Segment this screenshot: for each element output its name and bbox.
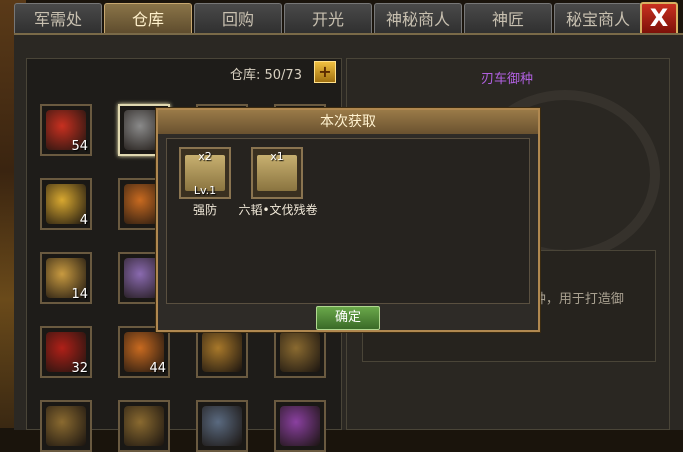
item-count: 32 [71, 361, 88, 376]
reward-dialog: 本次获取 x2 Lv.1 强防 x1 六韬•文伐残卷 确定 [156, 108, 540, 332]
inventory-slot[interactable] [118, 400, 170, 452]
expand-storage-button[interactable]: + [314, 61, 336, 83]
tab-mystery-merchant[interactable]: 神秘商人 [374, 3, 462, 36]
tab-consecrate[interactable]: 开光 [284, 3, 372, 36]
item-count: 54 [71, 139, 88, 154]
close-button[interactable]: X [640, 2, 678, 36]
item-icon [202, 406, 242, 446]
reward-item-slot[interactable]: x1 [251, 147, 303, 199]
confirm-button[interactable]: 确定 [316, 306, 380, 330]
item-icon [46, 406, 86, 446]
tab-master-smith[interactable]: 神匠 [464, 3, 552, 36]
inventory-slot[interactable] [196, 400, 248, 452]
inventory-slot[interactable]: 54 [40, 104, 92, 156]
inventory-slot[interactable]: 14 [40, 252, 92, 304]
storage-capacity: 仓库: 50/73 [230, 68, 302, 83]
inventory-slot[interactable]: 4 [40, 178, 92, 230]
item-quantity: x1 [270, 150, 284, 163]
item-count: 4 [79, 213, 88, 228]
item-count: 14 [71, 287, 88, 302]
tab-military-supply[interactable]: 军需处 [14, 3, 102, 36]
inventory-slot[interactable] [40, 400, 92, 452]
item-icon [280, 406, 320, 446]
reward-list: x2 Lv.1 强防 x1 六韬•文伐残卷 [166, 138, 530, 304]
reward-item-slot[interactable]: x2 Lv.1 [179, 147, 231, 199]
item-icon [280, 332, 320, 372]
tab-buyback[interactable]: 回购 [194, 3, 282, 36]
item-count: 44 [149, 361, 166, 376]
item-quantity: x2 [198, 150, 212, 163]
item-title: 刃车御种 [480, 72, 533, 87]
inventory-slot[interactable]: 44 [118, 326, 170, 378]
dialog-title: 本次获取 [158, 110, 538, 134]
inventory-slot[interactable]: 32 [40, 326, 92, 378]
item-level: Lv.1 [193, 184, 217, 197]
inventory-slot[interactable] [274, 400, 326, 452]
reward-item-name: 六韬•文伐残卷 [238, 203, 318, 217]
tab-bar: 军需处 仓库 回购 开光 神秘商人 神匠 秘宝商人 [14, 0, 683, 36]
tab-warehouse[interactable]: 仓库 [104, 3, 192, 36]
tab-treasure-merchant[interactable]: 秘宝商人 [554, 3, 642, 36]
inventory-slot[interactable] [274, 326, 326, 378]
item-icon [124, 406, 164, 446]
reward-item-name: 强防 [192, 203, 217, 217]
item-icon [202, 332, 242, 372]
inventory-slot[interactable] [196, 326, 248, 378]
